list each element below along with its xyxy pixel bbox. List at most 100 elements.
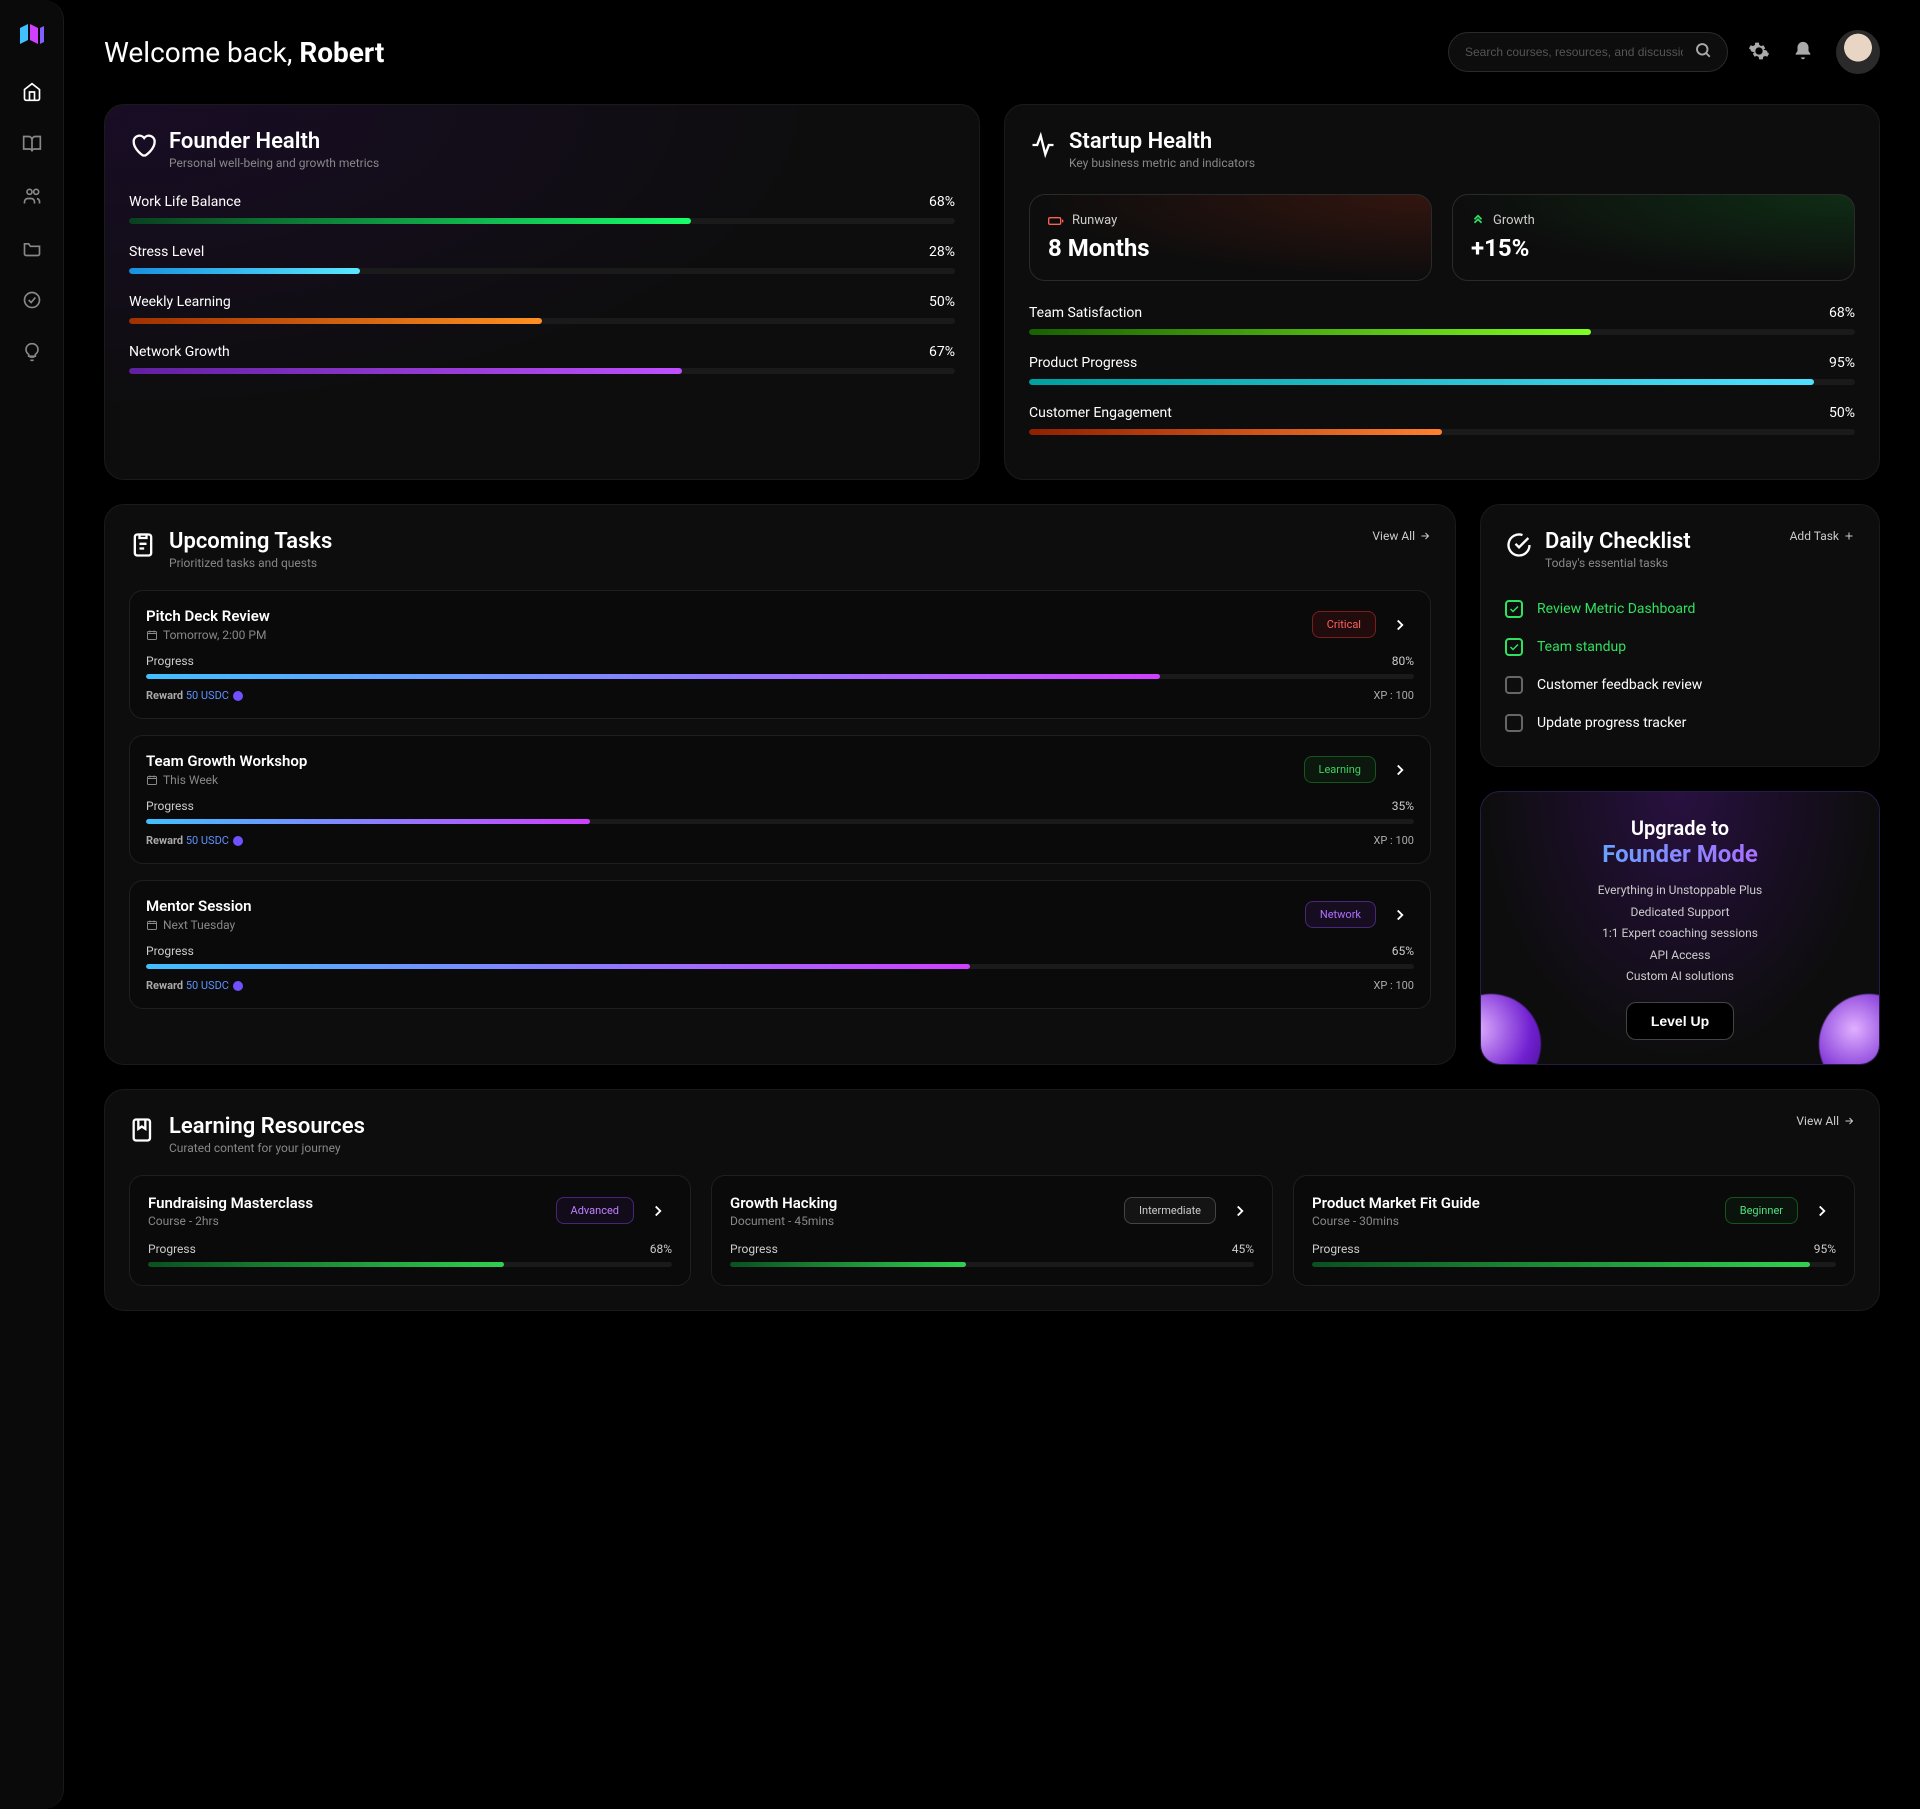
resource-card[interactable]: Fundraising Masterclass Course - 2hrs Ad…	[129, 1175, 691, 1286]
growth-value: +15%	[1471, 234, 1836, 262]
level-badge: Advanced	[556, 1197, 634, 1224]
calendar-icon	[146, 629, 158, 641]
decorative-orb	[1480, 994, 1541, 1065]
main-content: Welcome back, Robert Founder Health Pers…	[64, 0, 1920, 1809]
resource-title: Product Market Fit Guide	[1312, 1194, 1480, 1212]
chevrons-up-icon	[1471, 214, 1485, 228]
reward-text: Reward 50 USDC	[146, 979, 243, 992]
checklist-label: Review Metric Dashboard	[1537, 601, 1695, 617]
checklist-item[interactable]: Update progress tracker	[1505, 704, 1855, 742]
avatar[interactable]	[1836, 30, 1880, 74]
tasks-view-all[interactable]: View All	[1372, 529, 1431, 543]
header-actions	[1448, 30, 1880, 74]
metric-label: Network Growth	[129, 344, 230, 360]
progress-label: Progress	[730, 1242, 778, 1256]
metric-label: Stress Level	[129, 244, 204, 260]
level-badge: Beginner	[1725, 1197, 1798, 1224]
chevron-right-icon[interactable]	[1386, 901, 1414, 929]
resource-title: Growth Hacking	[730, 1194, 837, 1212]
checkbox-icon[interactable]	[1505, 676, 1523, 694]
chevron-right-icon[interactable]	[644, 1197, 672, 1225]
add-task-button[interactable]: Add Task	[1790, 529, 1855, 543]
settings-icon[interactable]	[1748, 40, 1772, 64]
checklist-title: Daily Checklist	[1545, 529, 1691, 554]
task-card[interactable]: Pitch Deck Review Tomorrow, 2:00 PM Crit…	[129, 590, 1431, 719]
nav-users-icon[interactable]	[20, 184, 44, 208]
battery-icon	[1048, 214, 1064, 228]
founder-health-card: Founder Health Personal well-being and g…	[104, 104, 980, 480]
progress-value: 65%	[1392, 944, 1414, 958]
resource-title: Fundraising Masterclass	[148, 1194, 313, 1212]
progress-bar	[146, 819, 1414, 824]
chevron-right-icon[interactable]	[1386, 611, 1414, 639]
progress-value: 80%	[1392, 654, 1414, 668]
chevron-right-icon[interactable]	[1808, 1197, 1836, 1225]
nav-book-icon[interactable]	[20, 132, 44, 156]
level-up-button[interactable]: Level Up	[1626, 1002, 1734, 1040]
learning-view-all[interactable]: View All	[1796, 1114, 1855, 1128]
progress-bar	[129, 218, 955, 224]
checkbox-icon[interactable]	[1505, 714, 1523, 732]
metric-row: Work Life Balance68%	[129, 194, 955, 224]
task-badge: Learning	[1304, 756, 1376, 783]
progress-value: 68%	[650, 1242, 672, 1256]
calendar-icon	[146, 774, 158, 786]
progress-value: 95%	[1814, 1242, 1836, 1256]
task-card[interactable]: Team Growth Workshop This Week Learning …	[129, 735, 1431, 864]
search-input[interactable]	[1448, 32, 1728, 72]
nav-folder-icon[interactable]	[20, 236, 44, 260]
progress-bar	[1029, 329, 1855, 335]
heart-icon	[129, 131, 157, 159]
task-card[interactable]: Mentor Session Next Tuesday Network Prog…	[129, 880, 1431, 1009]
task-time: This Week	[146, 773, 307, 787]
search-icon[interactable]	[1694, 41, 1712, 63]
startup-health-title: Startup Health	[1069, 129, 1255, 154]
progress-bar	[146, 964, 1414, 969]
metric-label: Team Satisfaction	[1029, 305, 1142, 321]
learning-title: Learning Resources	[169, 1114, 365, 1139]
metric-label: Work Life Balance	[129, 194, 241, 210]
learning-subtitle: Curated content for your journey	[169, 1141, 365, 1155]
upgrade-line1: Upgrade to	[1505, 816, 1855, 840]
metric-value: 95%	[1829, 355, 1855, 371]
chevron-right-icon[interactable]	[1386, 756, 1414, 784]
header: Welcome back, Robert	[104, 30, 1880, 74]
runway-kpi: Runway 8 Months	[1029, 194, 1432, 281]
checklist-item[interactable]: Team standup	[1505, 628, 1855, 666]
metric-row: Network Growth67%	[129, 344, 955, 374]
activity-icon	[1029, 131, 1057, 159]
founder-health-title: Founder Health	[169, 129, 379, 154]
checkbox-icon[interactable]	[1505, 600, 1523, 618]
task-title: Team Growth Workshop	[146, 752, 307, 770]
nav-home-icon[interactable]	[20, 80, 44, 104]
progress-label: Progress	[146, 799, 194, 813]
nav-check-circle-icon[interactable]	[20, 288, 44, 312]
progress-bar	[129, 368, 955, 374]
decorative-orb	[1819, 994, 1880, 1065]
progress-bar	[146, 674, 1414, 679]
resource-card[interactable]: Growth Hacking Document - 45mins Interme…	[711, 1175, 1273, 1286]
bell-icon[interactable]	[1792, 40, 1816, 64]
chevron-right-icon[interactable]	[1226, 1197, 1254, 1225]
task-time: Next Tuesday	[146, 918, 251, 932]
progress-bar	[730, 1262, 1254, 1267]
resource-card[interactable]: Product Market Fit Guide Course - 30mins…	[1293, 1175, 1855, 1286]
xp-text: XP : 100	[1373, 834, 1414, 847]
check-badge-icon	[1505, 531, 1533, 559]
progress-label: Progress	[148, 1242, 196, 1256]
checklist-item[interactable]: Customer feedback review	[1505, 666, 1855, 704]
task-badge: Network	[1305, 901, 1376, 928]
metric-label: Product Progress	[1029, 355, 1137, 371]
token-icon	[233, 691, 243, 701]
metric-label: Customer Engagement	[1029, 405, 1172, 421]
progress-bar	[129, 318, 955, 324]
checkbox-icon[interactable]	[1505, 638, 1523, 656]
upcoming-tasks-card: Upcoming Tasks Prioritized tasks and que…	[104, 504, 1456, 1065]
task-time: Tomorrow, 2:00 PM	[146, 628, 270, 642]
upgrade-line2: Founder Mode	[1505, 840, 1855, 868]
upgrade-feature: Custom AI solutions	[1505, 966, 1855, 988]
nav-bulb-icon[interactable]	[20, 340, 44, 364]
upgrade-feature: Dedicated Support	[1505, 902, 1855, 924]
xp-text: XP : 100	[1373, 689, 1414, 702]
checklist-item[interactable]: Review Metric Dashboard	[1505, 590, 1855, 628]
